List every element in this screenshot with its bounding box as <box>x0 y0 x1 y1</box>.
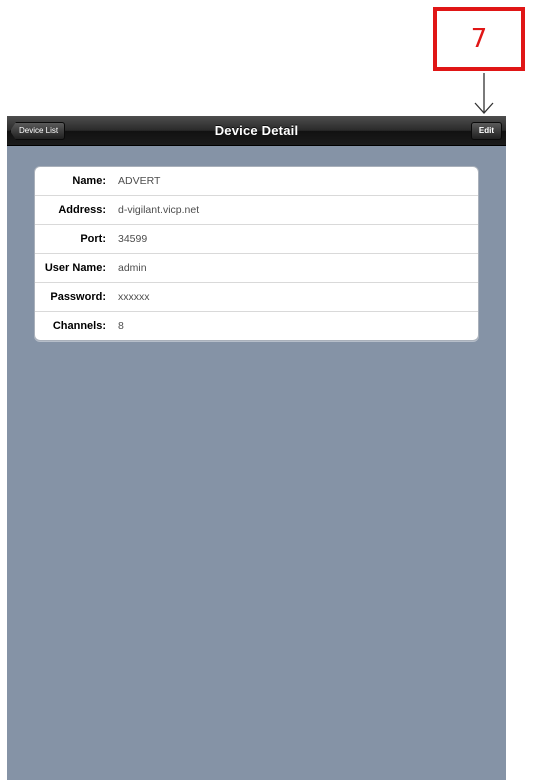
down-arrow-icon <box>474 73 494 114</box>
navigation-bar: Device List Device Detail Edit <box>7 116 506 146</box>
edit-button[interactable]: Edit <box>470 122 502 140</box>
row-value: d-vigilant.vicp.net <box>118 204 200 216</box>
detail-row-channels: Channels: 8 <box>35 312 478 340</box>
row-label: Channels: <box>52 320 106 332</box>
row-label: Password: <box>50 291 106 303</box>
row-value: ADVERT <box>118 175 161 187</box>
row-label: User Name: <box>44 262 106 274</box>
detail-row-password: Password: xxxxxx <box>35 283 478 312</box>
row-value: xxxxxx <box>118 291 150 303</box>
callout-number: 7 <box>470 24 488 54</box>
device-detail-screen: Device List Device Detail Edit Name: ADV… <box>7 116 506 780</box>
detail-row-address: Address: d-vigilant.vicp.net <box>35 196 478 225</box>
detail-row-user-name: User Name: admin <box>35 254 478 283</box>
detail-row-name: Name: ADVERT <box>35 167 478 196</box>
row-value: admin <box>118 262 147 274</box>
detail-row-port: Port: 34599 <box>35 225 478 254</box>
callout-box: 7 <box>433 7 525 71</box>
row-label: Address: <box>58 204 106 216</box>
row-value: 34599 <box>118 233 148 245</box>
page-title: Device Detail <box>214 123 299 138</box>
row-value: 8 <box>118 320 124 332</box>
row-label: Port: <box>80 233 106 245</box>
row-label: Name: <box>72 175 106 187</box>
device-detail-table: Name: ADVERT Address: d-vigilant.vicp.ne… <box>34 166 479 341</box>
